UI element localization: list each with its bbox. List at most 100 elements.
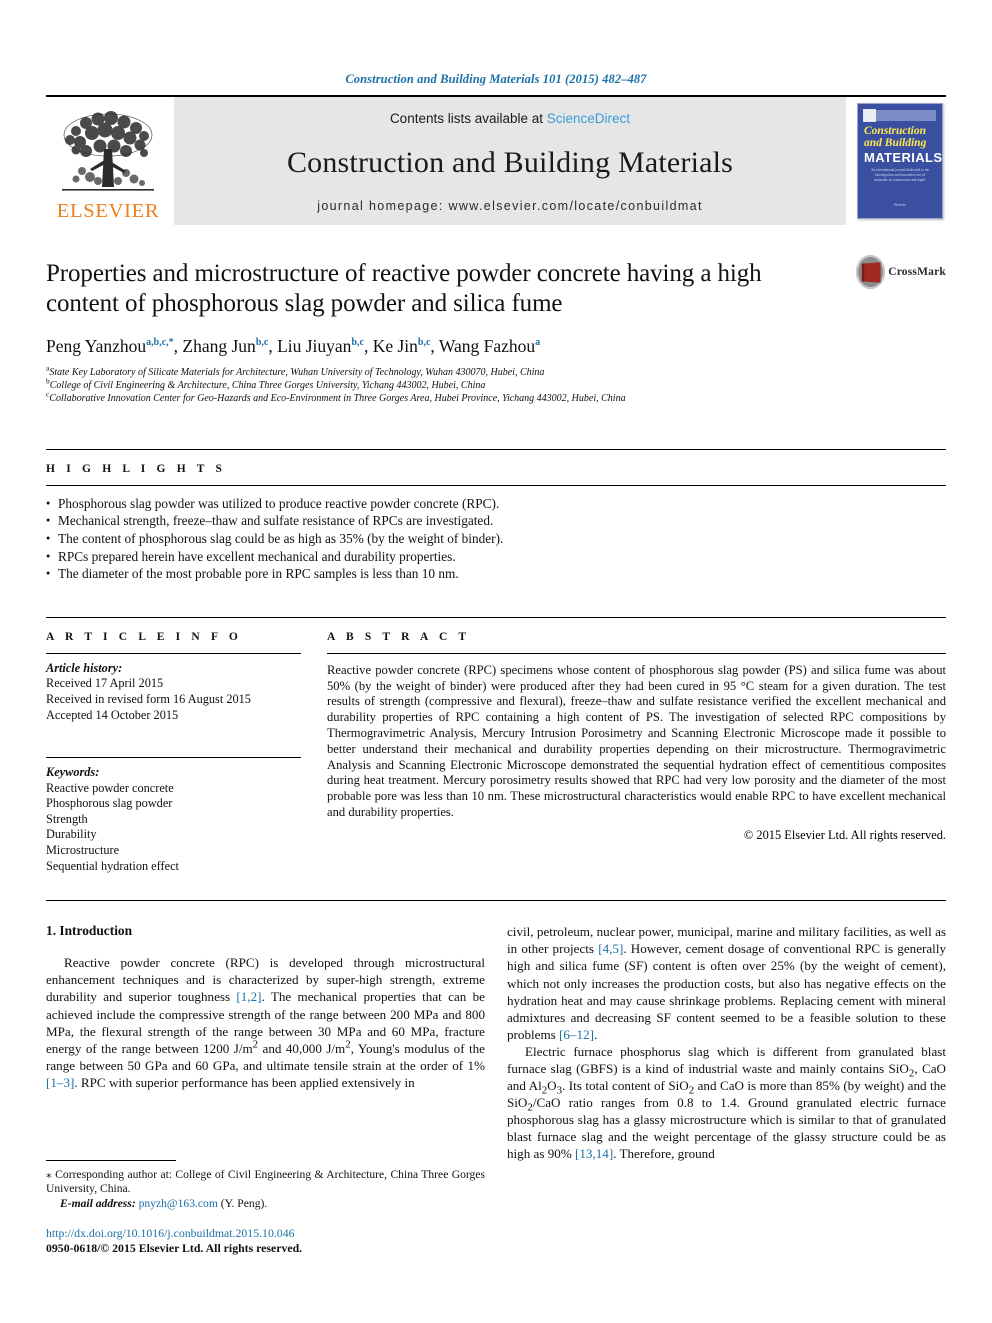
crossmark-icon: [856, 255, 886, 289]
citation-ref[interactable]: [1–3]: [46, 1075, 74, 1090]
paragraph-text: /CaO ratio ranges from 0.8 to 1.4. Groun…: [507, 1095, 946, 1162]
body-column-left: 1. Introduction Reactive powder concrete…: [46, 923, 485, 1256]
cover-elsevier-mark: [863, 109, 876, 122]
highlights-list: Phosphorous slag powder was utilized to …: [46, 494, 946, 583]
list-item: Mechanical strength, freeze–thaw and sul…: [46, 511, 946, 530]
keywords-block: Keywords: Reactive powder concrete Phosp…: [46, 757, 301, 874]
crossmark-badge[interactable]: CrossMark: [856, 255, 946, 289]
keyword-item: Microstructure: [46, 843, 120, 858]
masthead-center: Contents lists available at ScienceDirec…: [174, 97, 846, 225]
elsevier-tree-icon: [62, 111, 154, 191]
body-column-right: civil, petroleum, nuclear power, municip…: [507, 923, 946, 1256]
affiliation-text: Collaborative Innovation Center for Geo-…: [49, 392, 626, 404]
doi-block: http://dx.doi.org/10.1016/j.conbuildmat.…: [46, 1226, 485, 1256]
keyword-item: Sequential hydration effect: [46, 858, 179, 873]
section-heading-introduction: 1. Introduction: [46, 923, 133, 939]
cover-artwork: Construction and Building MATERIALS An i…: [857, 103, 943, 219]
email-owner: (Y. Peng).: [220, 1196, 268, 1210]
keyword-item: Durability: [46, 827, 97, 842]
corresponding-author-note: ⁎ Corresponding author at: College of Ci…: [46, 1167, 485, 1196]
elsevier-logo: ELSEVIER: [46, 97, 170, 225]
page-title: Properties and microstructure of reactiv…: [46, 260, 762, 317]
info-abstract-section: A R T I C L E I N F O Article history: R…: [46, 616, 946, 875]
footnote-block: ⁎ Corresponding author at: College of Ci…: [46, 1159, 485, 1256]
journal-cover-thumbnail[interactable]: Construction and Building MATERIALS An i…: [854, 97, 946, 225]
history-item: Accepted 14 October 2015: [46, 707, 179, 722]
paragraph: Electric furnace phosphorus slag which i…: [507, 1043, 946, 1162]
history-item: Received in revised form 16 August 2015: [46, 691, 251, 706]
article-info-label: A R T I C L E I N F O: [46, 630, 242, 643]
list-item: Phosphorous slag powder was utilized to …: [46, 494, 946, 513]
article-history-label: Article history:: [46, 660, 123, 675]
abstract-column: A B S T R A C T Reactive powder concrete…: [327, 631, 946, 875]
footnote-divider: [46, 1159, 176, 1161]
citation-ref[interactable]: [1,2]: [236, 989, 261, 1004]
list-item: The diameter of the most probable pore i…: [46, 564, 946, 583]
author-marks: a: [535, 336, 541, 348]
affiliation-item: bCollege of Civil Engineering & Architec…: [46, 377, 946, 392]
highlights-divider: [46, 484, 946, 486]
author-marks: b,c: [351, 336, 364, 348]
abstract-label: A B S T R A C T: [327, 630, 471, 643]
author-name: Liu Jiuyan: [277, 335, 352, 356]
author-name: Wang Fazhou: [438, 335, 536, 356]
author-name: Ke Jin: [372, 335, 418, 356]
affiliation-item: aState Key Laboratory of Silicate Materi…: [46, 364, 946, 379]
article-history-block: Article history: Received 17 April 2015 …: [46, 661, 301, 723]
paragraph: Reactive powder concrete (RPC) is develo…: [46, 955, 485, 1090]
citation-ref[interactable]: [4,5]: [598, 941, 623, 956]
author-marks: b,c: [255, 336, 269, 348]
paragraph-text: . RPC with superior performance has been…: [74, 1074, 415, 1090]
cover-footer: Elsevier: [894, 203, 906, 207]
author-list: Peng Yanzhoua,b,c,*, Zhang Junb,c, Liu J…: [46, 335, 541, 356]
list-item: The content of phosphorous slag could be…: [46, 529, 946, 548]
affiliation-list: aState Key Laboratory of Silicate Materi…: [46, 364, 946, 405]
abstract-copyright: © 2015 Elsevier Ltd. All rights reserved…: [743, 827, 946, 842]
article-info-column: A R T I C L E I N F O Article history: R…: [46, 631, 301, 875]
issn-copyright-line: 0950-0618/© 2015 Elsevier Ltd. All right…: [46, 1241, 303, 1255]
affiliation-text: State Key Laboratory of Silicate Materia…: [49, 366, 545, 378]
history-item: Received 17 April 2015: [46, 676, 164, 691]
author-name: Peng Yanzhou: [46, 335, 147, 356]
author-marks: a,b,c,*: [146, 336, 174, 348]
email-link[interactable]: pnyzh@163.com: [139, 1197, 218, 1210]
cover-title-line-3: MATERIALS: [864, 150, 943, 165]
contents-prefix: Contents lists available at: [389, 111, 547, 126]
citation-ref[interactable]: [6–12]: [559, 1027, 594, 1042]
crossmark-label: CrossMark: [888, 266, 946, 278]
list-item: RPCs prepared herein have excellent mech…: [46, 547, 946, 566]
body-columns: 1. Introduction Reactive powder concrete…: [46, 900, 946, 1256]
highlights-label: H I G H L I G H T S: [46, 462, 227, 475]
cover-title-line-1: Construction: [864, 125, 926, 137]
doi-link[interactable]: http://dx.doi.org/10.1016/j.conbuildmat.…: [46, 1226, 485, 1241]
citation-ref[interactable]: [13,14]: [575, 1146, 613, 1161]
affiliation-text: College of Civil Engineering & Architect…: [49, 379, 486, 391]
keyword-item: Strength: [46, 811, 88, 826]
paragraph-text: and 40,000 J/m: [258, 1040, 346, 1056]
title-block: CrossMark Properties and microstructure …: [46, 255, 946, 405]
keywords-label: Keywords:: [46, 765, 100, 780]
sciencedirect-link[interactable]: ScienceDirect: [547, 111, 630, 126]
journal-homepage-link[interactable]: journal homepage: www.elsevier.com/locat…: [317, 199, 703, 213]
author-name: Zhang Jun: [182, 335, 256, 356]
article-info-divider: [46, 652, 301, 654]
keyword-item: Phosphorous slag powder: [46, 796, 173, 811]
keyword-item: Reactive powder concrete: [46, 780, 174, 795]
abstract-text: Reactive powder concrete (RPC) specimens…: [327, 662, 946, 819]
elsevier-wordmark: ELSEVIER: [56, 200, 160, 222]
paragraph-text: Electric furnace phosphorus slag which i…: [507, 1043, 946, 1076]
author-marks: b,c: [417, 336, 431, 348]
abstract-divider: [327, 652, 946, 654]
paragraph-text: .: [593, 1026, 598, 1042]
journal-masthead: ELSEVIER Contents lists available at Sci…: [46, 95, 946, 225]
running-head: Construction and Building Materials 101 …: [345, 72, 647, 86]
email-note: E-mail address: pnyzh@163.com (Y. Peng).: [46, 1197, 485, 1211]
cover-subtitle: An international journal dedicated to th…: [870, 168, 930, 182]
paragraph-text: O: [547, 1078, 557, 1094]
journal-title: Construction and Building Materials: [286, 145, 734, 179]
contents-available-line: Contents lists available at ScienceDirec…: [390, 111, 630, 126]
paper-page: Construction and Building Materials 101 …: [0, 0, 992, 1323]
affiliation-item: cCollaborative Innovation Center for Geo…: [46, 390, 946, 405]
cover-title-line-2: and Building: [864, 137, 927, 149]
paragraph-text: . Its total content of SiO: [562, 1078, 689, 1094]
